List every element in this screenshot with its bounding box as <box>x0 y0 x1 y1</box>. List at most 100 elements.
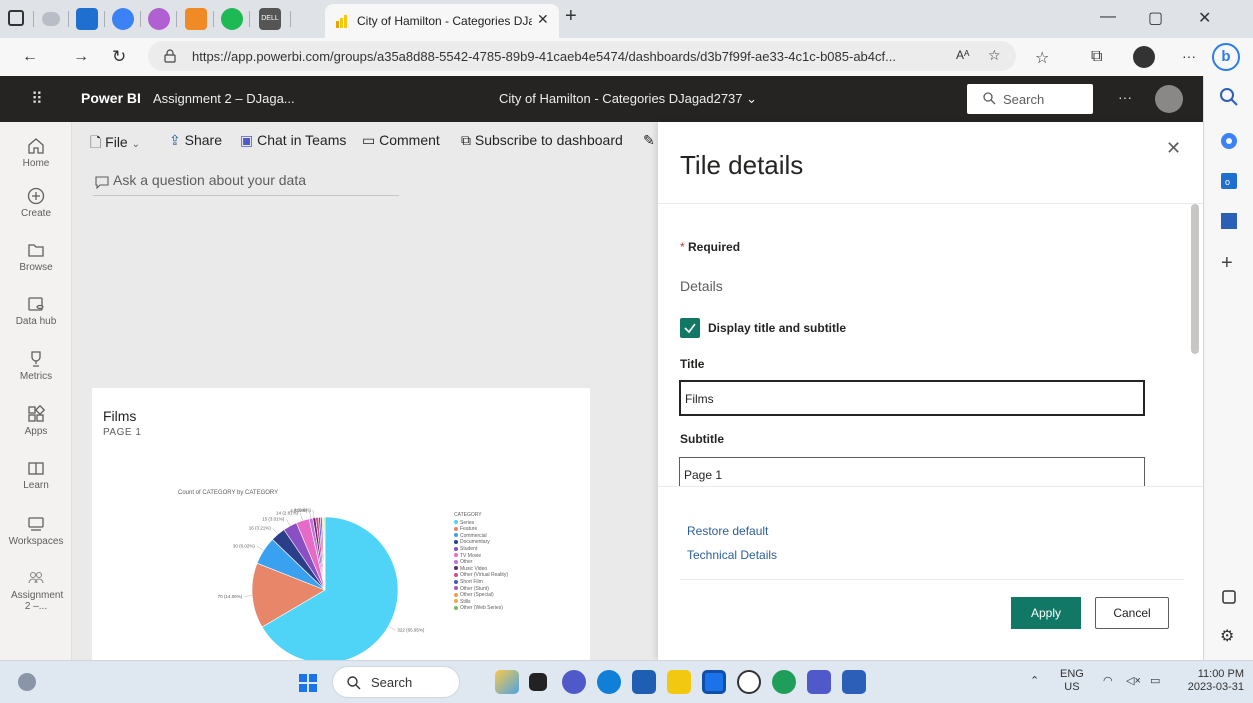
panel-close-icon[interactable]: ✕ <box>1166 138 1181 159</box>
edit-pencil-icon[interactable]: ✎ <box>643 132 655 149</box>
sidebar-layout-icon[interactable] <box>1218 586 1240 608</box>
subtitle-field[interactable]: Page 1 <box>679 457 1145 486</box>
pinned-tab-green-icon[interactable] <box>221 8 243 30</box>
profile-avatar[interactable] <box>1133 46 1155 68</box>
apply-button[interactable]: Apply <box>1011 597 1081 629</box>
copilot-icon[interactable] <box>1218 130 1240 152</box>
tray-chevron-up-icon[interactable]: ⌃ <box>1030 674 1039 687</box>
films-tile[interactable]: Films PAGE 1 Count of CATEGORY by CATEGO… <box>92 388 590 660</box>
taskbar-search[interactable]: Search <box>332 666 460 698</box>
technical-details-link[interactable]: Technical Details <box>687 548 777 562</box>
brand-name[interactable]: Power BI <box>81 90 141 106</box>
legend-item[interactable]: Other (Virtual Reality) <box>454 572 508 579</box>
collections-icon[interactable]: ⧉ <box>1091 48 1102 66</box>
app-terminal-icon[interactable] <box>529 673 547 691</box>
windows-start-icon[interactable] <box>298 673 318 693</box>
nav-create[interactable]: Create <box>0 186 72 236</box>
legend-item[interactable]: Series <box>454 520 508 527</box>
legend-item[interactable]: Other <box>454 559 508 566</box>
restore-icon[interactable]: ▢ <box>1148 8 1163 28</box>
window-close-icon[interactable]: ✕ <box>1198 8 1211 28</box>
copilot-tab-icon[interactable] <box>112 8 134 30</box>
volume-icon[interactable]: ◁× <box>1126 674 1141 687</box>
word-icon[interactable] <box>842 670 866 694</box>
dell-icon[interactable] <box>737 670 761 694</box>
pinned-tab-orange-icon[interactable] <box>185 8 207 30</box>
widgets-icon[interactable] <box>18 673 36 691</box>
legend-item[interactable]: Stills <box>454 599 508 606</box>
nav-current-workspace[interactable]: Assignment 2 –... <box>0 568 72 618</box>
comment-button[interactable]: ▭ Comment <box>362 132 440 149</box>
chat-in-teams-button[interactable]: ▣ Chat in Teams <box>240 132 346 149</box>
legend-item[interactable]: Commercial <box>454 533 508 540</box>
legend-item[interactable]: Documentary <box>454 539 508 546</box>
dashboard-title[interactable]: City of Hamilton - Categories DJagad2737… <box>499 91 757 107</box>
dell-tab-icon[interactable]: DELL <box>259 8 281 30</box>
cancel-button[interactable]: Cancel <box>1095 597 1169 629</box>
restore-default-link[interactable]: Restore default <box>687 524 768 538</box>
favorite-star-icon[interactable]: ☆ <box>988 47 1001 64</box>
tab-active-dashboard[interactable]: City of Hamilton - Categories DJaga ✕ <box>325 4 559 38</box>
bing-icon[interactable]: b <box>1212 43 1240 71</box>
edge-icon[interactable] <box>597 670 621 694</box>
app-blue-icon[interactable] <box>702 670 726 694</box>
app-launcher-icon[interactable]: ⠿ <box>31 89 43 109</box>
display-title-checkbox[interactable] <box>680 318 700 338</box>
file-menu-button[interactable]: 🗋 File ⌄ <box>90 132 140 156</box>
settings-gear-icon[interactable]: ⚙ <box>1220 626 1234 646</box>
favorites-icon[interactable]: ☆ <box>1035 48 1049 68</box>
pinned-tab-icon[interactable] <box>42 12 60 26</box>
clock[interactable]: 11:00 PM 2023-03-31 <box>1178 668 1244 694</box>
outlook-tab-icon[interactable] <box>76 8 98 30</box>
minimize-icon[interactable]: — <box>1100 8 1116 26</box>
new-tab-icon[interactable]: + <box>565 5 577 28</box>
title-field[interactable]: Films <box>679 380 1145 416</box>
nav-data-hub[interactable]: Data hub <box>0 294 72 344</box>
account-avatar[interactable] <box>1155 85 1183 113</box>
refresh-icon[interactable]: ↻ <box>112 47 126 67</box>
panel-scrollbar[interactable] <box>1191 204 1199 354</box>
outlook-icon[interactable]: o <box>1218 170 1240 192</box>
legend-item[interactable]: Student <box>454 546 508 553</box>
nav-metrics[interactable]: Metrics <box>0 349 72 399</box>
browser-menu-icon[interactable]: ··· <box>1182 48 1196 64</box>
tab-close-icon[interactable]: ✕ <box>537 11 549 28</box>
back-icon[interactable]: ← <box>22 48 38 66</box>
legend-item[interactable]: Music Video <box>454 566 508 573</box>
lock-icon[interactable] <box>164 49 176 63</box>
panel-scroll-area[interactable]: * Required Details Display title and sub… <box>658 204 1203 486</box>
legend-item[interactable]: Other (Web Series) <box>454 605 508 612</box>
forward-icon[interactable]: → <box>73 48 89 66</box>
subscribe-button[interactable]: ⧉ Subscribe to dashboard <box>461 132 623 149</box>
workspace-breadcrumb[interactable]: Assignment 2 – DJaga... <box>153 91 295 106</box>
nav-home[interactable]: Home <box>0 136 72 186</box>
nav-workspaces[interactable]: Workspaces <box>0 514 72 564</box>
read-aloud-icon[interactable]: Aᴬ <box>956 48 969 62</box>
search-icon[interactable] <box>1218 86 1240 108</box>
legend-item[interactable]: TV Movie <box>454 553 508 560</box>
legend-item[interactable]: Short Film <box>454 579 508 586</box>
legend-item[interactable]: Other (Special) <box>454 592 508 599</box>
app-meet-icon[interactable] <box>562 670 586 694</box>
teams-icon[interactable] <box>807 670 831 694</box>
qna-input[interactable]: Ask a question about your data <box>93 168 399 196</box>
nav-learn[interactable]: Learn <box>0 458 72 508</box>
store-icon[interactable] <box>632 670 656 694</box>
legend-item[interactable]: Other (Stunt) <box>454 586 508 593</box>
tab-actions-icon[interactable] <box>8 10 24 26</box>
wifi-icon[interactable]: ◠ <box>1103 674 1113 687</box>
nav-apps[interactable]: Apps <box>0 404 72 454</box>
search-input[interactable]: Search <box>967 84 1093 114</box>
share-button[interactable]: ⇪ Share <box>169 132 222 149</box>
file-explorer-icon[interactable] <box>667 670 691 694</box>
pinned-tab-purple-icon[interactable] <box>148 8 170 30</box>
office-icon[interactable] <box>1218 210 1240 232</box>
add-sidebar-icon[interactable]: + <box>1221 252 1233 275</box>
url-bar[interactable]: https://app.powerbi.com/groups/a35a8d88-… <box>148 41 1016 71</box>
nav-browse[interactable]: Browse <box>0 240 72 290</box>
language-indicator[interactable]: ENG US <box>1060 668 1084 694</box>
battery-icon[interactable]: ▭ <box>1150 674 1160 687</box>
app-decorative-icon[interactable] <box>495 670 519 694</box>
more-options-icon[interactable]: ··· <box>1118 89 1132 105</box>
legend-item[interactable]: Feature <box>454 526 508 533</box>
